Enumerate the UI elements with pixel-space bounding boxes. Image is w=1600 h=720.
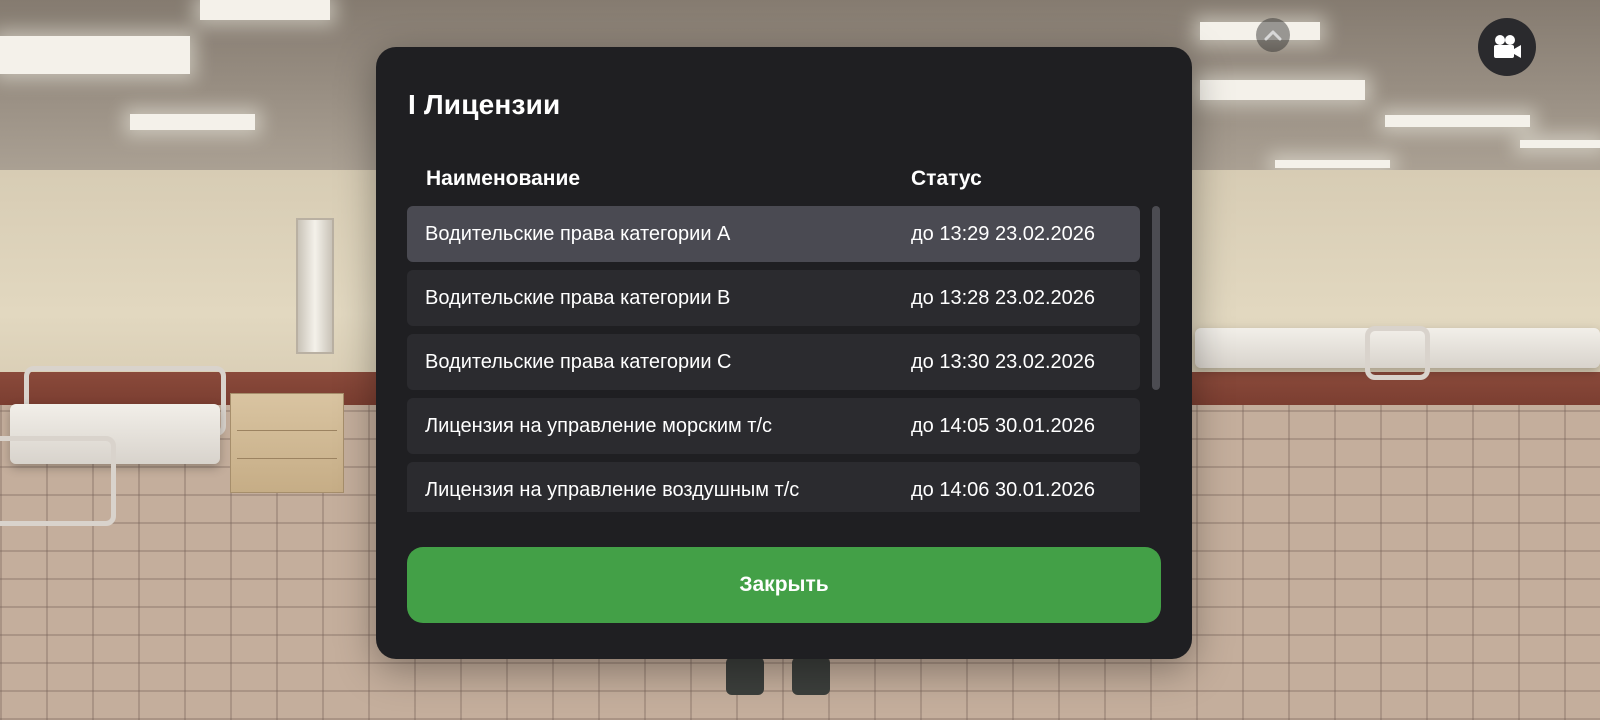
- ceiling-light: [1520, 140, 1600, 148]
- license-status: до 13:29 23.02.2026: [911, 223, 1096, 245]
- license-status: до 13:28 23.02.2026: [911, 287, 1096, 309]
- modal-title: I Лицензии: [408, 89, 561, 120]
- column-header-name: Наименование: [426, 167, 581, 190]
- ceiling-light: [1200, 80, 1365, 100]
- column-header-status: Статус: [911, 167, 982, 190]
- license-row[interactable]: Водительские права категории C до 13:30 …: [407, 334, 1140, 390]
- ceiling-light: [1275, 160, 1390, 168]
- list-scrollbar[interactable]: [1152, 206, 1160, 390]
- license-status: до 14:06 30.01.2026: [911, 479, 1096, 501]
- player-character-feet: [726, 655, 830, 695]
- ceiling-light: [1385, 115, 1530, 127]
- chevron-up-icon[interactable]: [1256, 18, 1290, 52]
- license-name: Водительские права категории C: [425, 351, 732, 373]
- ceiling-light: [0, 36, 190, 74]
- license-row[interactable]: Лицензия на управление воздушным т/с до …: [407, 462, 1140, 512]
- license-status: до 13:30 23.02.2026: [911, 351, 1096, 373]
- ceiling-light: [130, 114, 255, 130]
- license-row[interactable]: Водительские права категории A до 13:29 …: [407, 206, 1140, 262]
- ceiling-light: [200, 0, 330, 20]
- license-name: Водительские права категории B: [425, 287, 731, 309]
- license-name: Лицензия на управление воздушным т/с: [425, 479, 800, 501]
- bedside-cabinet: [230, 393, 344, 493]
- license-row[interactable]: Лицензия на управление морским т/с до 14…: [407, 398, 1140, 454]
- close-button[interactable]: Закрыть: [407, 547, 1161, 623]
- video-camera-icon[interactable]: [1478, 18, 1536, 76]
- bed-headboard: [1365, 326, 1430, 380]
- bed-footboard: [0, 436, 116, 526]
- licenses-modal: I Лицензии Наименование Статус Водительс…: [376, 47, 1192, 659]
- wall-lamp: [296, 218, 334, 354]
- license-row[interactable]: Водительские права категории B до 13:28 …: [407, 270, 1140, 326]
- license-name: Водительские права категории A: [425, 223, 731, 245]
- licenses-list[interactable]: Водительские права категории A до 13:29 …: [407, 206, 1140, 512]
- license-name: Лицензия на управление морским т/с: [425, 415, 773, 437]
- license-status: до 14:05 30.01.2026: [911, 415, 1096, 437]
